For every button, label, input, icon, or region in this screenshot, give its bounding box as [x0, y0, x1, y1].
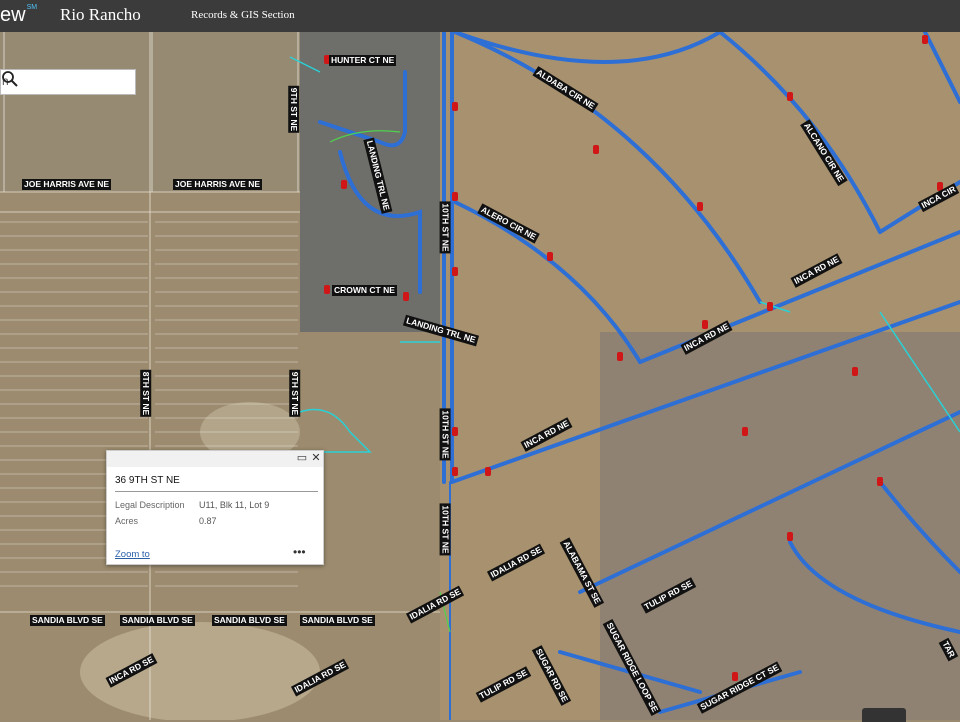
hydrant-marker [593, 145, 599, 154]
map-view[interactable]: h HUNTER CT NE ALDABA CIR NE ALCANO CIR … [0, 32, 960, 720]
close-icon[interactable]: ✕ [310, 452, 322, 464]
hydrant-marker [452, 102, 458, 111]
hydrant-marker [702, 320, 708, 329]
street-label: 8TH ST NE [140, 369, 152, 418]
top-bar: ewSM Rio Rancho Records & GIS Section [0, 0, 960, 32]
street-label: 9TH ST NE [288, 85, 300, 134]
parcel-popup: ▭ ✕ 36 9TH ST NE Legal Description U11, … [106, 450, 324, 565]
hydrant-marker [877, 477, 883, 486]
street-label: 10TH ST NE [439, 408, 451, 461]
hydrant-marker [732, 672, 738, 681]
hydrant-marker [452, 467, 458, 476]
popup-divider [115, 491, 318, 492]
search-icon[interactable] [1, 70, 19, 88]
acres-value: 0.87 [199, 516, 217, 526]
popup-title: 36 9TH ST NE [115, 475, 180, 486]
hydrant-marker [341, 180, 347, 189]
more-options-icon[interactable]: ••• [293, 545, 306, 559]
hydrant-marker [787, 92, 793, 101]
popup-header: ▭ ✕ [107, 451, 323, 467]
street-label: HUNTER CT NE [329, 55, 397, 66]
app-brand[interactable]: ewSM [0, 4, 37, 27]
street-label: CROWN CT NE [332, 285, 397, 296]
hydrant-marker [452, 267, 458, 276]
section-name: Records & GIS Section [191, 9, 295, 21]
hydrant-marker [403, 292, 409, 301]
zoom-to-link[interactable]: Zoom to [115, 549, 150, 560]
hydrant-marker [617, 352, 623, 361]
hydrant-marker [547, 252, 553, 261]
street-label: SANDIA BLVD SE [30, 615, 105, 626]
street-label: SANDIA BLVD SE [300, 615, 375, 626]
street-label: SANDIA BLVD SE [212, 615, 287, 626]
hydrant-marker [922, 35, 928, 44]
search-box[interactable]: h [0, 69, 136, 95]
street-label: JOE HARRIS AVE NE [22, 179, 112, 190]
street-label: 9TH ST NE [289, 369, 301, 418]
maximize-icon[interactable]: ▭ [296, 452, 308, 464]
street-label: 10TH ST NE [439, 201, 451, 254]
legal-description-label: Legal Description [115, 500, 185, 510]
hydrant-marker [452, 192, 458, 201]
hydrant-marker [452, 427, 458, 436]
hydrant-marker [485, 467, 491, 476]
brand-text: ew [0, 4, 26, 26]
street-label: SANDIA BLVD SE [120, 615, 195, 626]
legal-description-value: U11, Blk 11, Lot 9 [199, 500, 270, 510]
city-name: Rio Rancho [60, 5, 141, 24]
hydrant-marker [697, 202, 703, 211]
hydrant-marker [767, 302, 773, 311]
hydrant-marker [787, 532, 793, 541]
brand-mark: SM [26, 4, 38, 11]
acres-label: Acres [115, 516, 139, 526]
street-label: 10TH ST NE [439, 503, 451, 556]
street-label: JOE HARRIS AVE NE [173, 179, 263, 190]
hydrant-marker [324, 285, 330, 294]
terrain-patch [600, 332, 960, 720]
hydrant-marker [852, 367, 858, 376]
hydrant-marker [742, 427, 748, 436]
